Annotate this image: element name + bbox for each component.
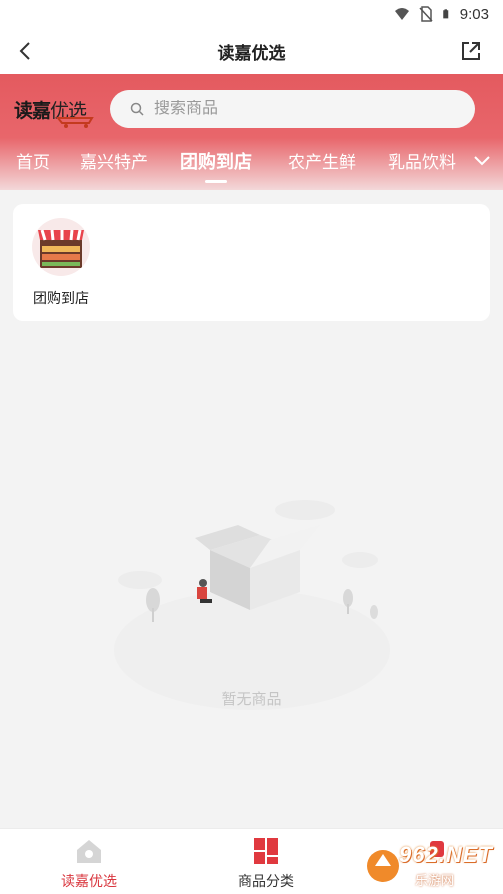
- empty-box-illustration: [114, 500, 390, 710]
- page-title: 读嘉优选: [217, 43, 286, 63]
- category-tabs: 首页 嘉兴特产 团购到店 农产生鲜 乳品饮料: [0, 148, 503, 188]
- cart-logo-icon: [56, 117, 94, 128]
- status-time: 9:03: [459, 5, 489, 23]
- tab-jiaxing-specialty[interactable]: 嘉兴特产: [80, 148, 148, 188]
- battery-icon: [443, 9, 449, 19]
- tab-dairy-drinks[interactable]: 乳品饮料: [388, 148, 456, 188]
- tab-group-buy[interactable]: 团购到店: [180, 148, 252, 188]
- category-item-label: 团购到店: [33, 290, 89, 306]
- watermark-text: 962.NET: [399, 842, 493, 867]
- tab-fresh-produce[interactable]: 农产生鲜: [288, 148, 356, 188]
- tab-home[interactable]: 首页: [16, 148, 50, 188]
- category-icon: [254, 838, 278, 864]
- home-icon: [77, 840, 101, 863]
- search-input[interactable]: [154, 100, 434, 118]
- storefront-icon: [32, 218, 90, 276]
- no-sim-icon: [419, 6, 433, 22]
- category-item-group-buy[interactable]: 团购到店: [29, 218, 93, 308]
- search-icon: [130, 102, 144, 116]
- wifi-icon: [394, 8, 409, 20]
- chevron-left-icon: [19, 42, 30, 60]
- category-card: 团购到店: [13, 204, 490, 321]
- nav-label-category: 商品分类: [238, 873, 294, 889]
- nav-item-home[interactable]: 读嘉优选: [34, 837, 144, 891]
- watermark-sub: 乐游网: [415, 873, 455, 888]
- active-tab-indicator: [205, 180, 227, 183]
- back-button[interactable]: [12, 38, 38, 64]
- search-bar[interactable]: [110, 90, 475, 128]
- status-bar: 9:03: [0, 0, 503, 28]
- chevron-down-icon[interactable]: [471, 150, 493, 172]
- title-bar: 读嘉优选: [0, 28, 503, 74]
- header-banner: 读嘉优选 首页 嘉兴特产 团购到店 农产生鲜 乳品饮料: [0, 74, 503, 190]
- empty-state-message: 暂无商品: [221, 691, 282, 708]
- nav-item-category[interactable]: 商品分类: [211, 837, 321, 891]
- watermark-logo: 962.NET 乐游网: [363, 836, 503, 894]
- share-external-icon[interactable]: [459, 39, 483, 63]
- nav-label-home: 读嘉优选: [61, 873, 117, 889]
- brand-logo: 读嘉优选: [14, 92, 94, 128]
